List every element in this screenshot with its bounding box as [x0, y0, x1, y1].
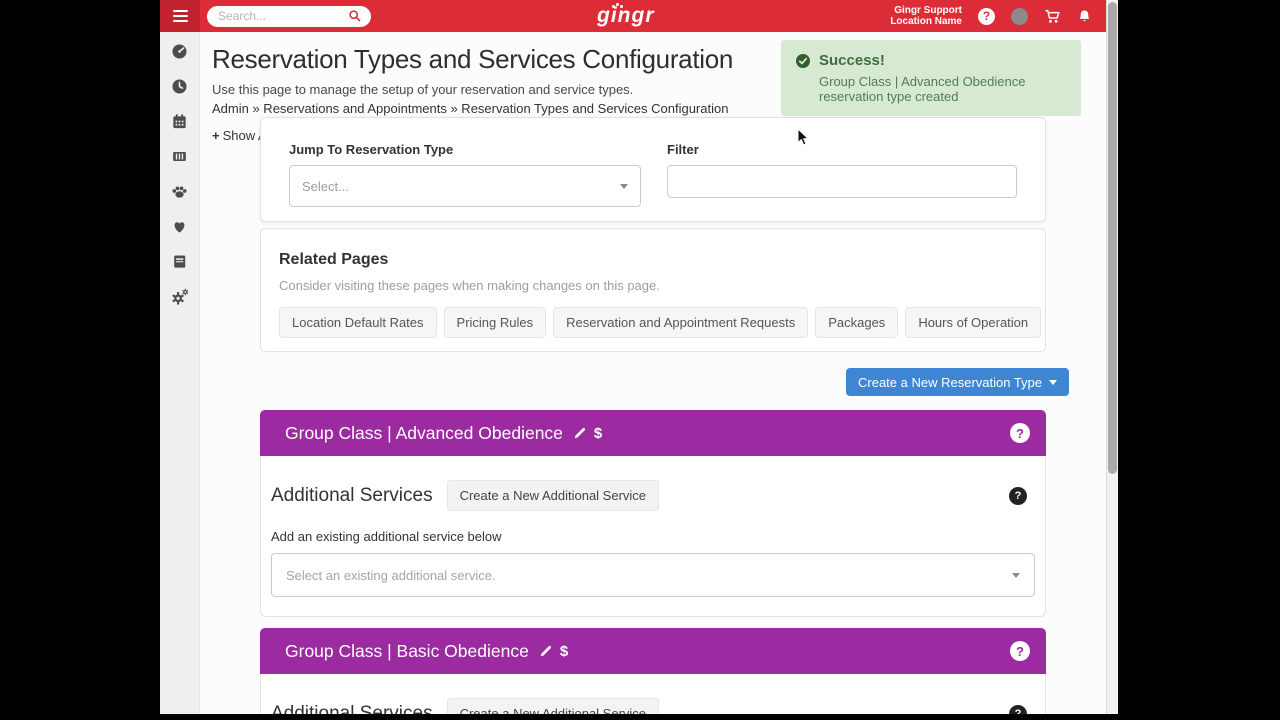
notifications-bell-icon[interactable] [1077, 9, 1092, 24]
related-pages-links: Location Default Rates Pricing Rules Res… [279, 307, 1027, 338]
reservation-type-name: Group Class | Advanced Obedience [285, 423, 563, 444]
reservation-type-body: Additional Services Create a New Additio… [261, 674, 1045, 714]
help-icon[interactable]: ? [1010, 641, 1030, 661]
related-pages-card: Related Pages Consider visiting these pa… [260, 228, 1046, 352]
heart-icon [171, 218, 188, 235]
reservation-type-name: Group Class | Basic Obedience [285, 641, 529, 662]
reservation-type-body: Additional Services Create a New Additio… [261, 456, 1045, 597]
help-icon[interactable]: ? [1009, 705, 1027, 715]
jump-column: Jump To Reservation Type Select... [289, 142, 641, 197]
existing-service-select[interactable]: Select an existing additional service. [271, 553, 1035, 597]
chevron-down-icon [1049, 380, 1057, 385]
main-content: Reservation Types and Services Configura… [200, 32, 1106, 714]
dashboard-gauge-icon [171, 43, 188, 60]
select-placeholder: Select an existing additional service. [286, 568, 496, 583]
hamburger-icon [173, 10, 188, 13]
gingr-logo[interactable]: gingr [597, 4, 655, 28]
check-circle-icon [795, 53, 811, 69]
search-input[interactable] [216, 8, 348, 24]
jump-to-reservation-type-label: Jump To Reservation Type [289, 142, 641, 157]
clock-icon [171, 78, 188, 95]
logo-paw-icon [616, 3, 619, 6]
sidebar-item-reports[interactable] [168, 253, 192, 270]
create-reservation-type-button[interactable]: Create a New Reservation Type [846, 368, 1069, 396]
success-toast: Success! Group Class | Advanced Obedienc… [781, 40, 1081, 116]
breadcrumb[interactable]: Admin » Reservations and Appointments » … [212, 101, 733, 116]
additional-services-title: Additional Services [271, 703, 433, 715]
related-pages-description: Consider visiting these pages when makin… [279, 278, 1027, 293]
filter-column: Filter [667, 142, 1017, 197]
related-link-location-default-rates[interactable]: Location Default Rates [279, 307, 437, 338]
create-additional-service-button[interactable]: Create a New Additional Service [447, 698, 659, 714]
chevron-down-icon [1012, 573, 1020, 578]
select-placeholder: Select... [302, 179, 349, 194]
top-navbar: gingr Gingr Support Location Name ? [160, 0, 1106, 32]
sidebar-item-time-clock[interactable] [168, 78, 192, 95]
global-search [207, 6, 371, 27]
sidebar-item-settings[interactable] [168, 288, 192, 305]
additional-services-title: Additional Services [271, 485, 433, 507]
reservation-type-card-advanced-obedience: Group Class | Advanced Obedience $ ? Add… [260, 410, 1046, 617]
book-icon [171, 253, 188, 270]
reservation-type-header: Group Class | Advanced Obedience $ ? [260, 410, 1046, 456]
calendar-icon [171, 113, 188, 130]
page-scrollbar[interactable] [1106, 0, 1118, 714]
toast-title-row: Success! [795, 52, 1067, 69]
jump-filter-panel: Jump To Reservation Type Select... Filte… [260, 117, 1046, 222]
edit-pencil-icon[interactable] [539, 644, 553, 658]
settings-gears-icon [171, 288, 189, 306]
related-link-reservation-requests[interactable]: Reservation and Appointment Requests [553, 307, 808, 338]
browser-viewport: gingr Gingr Support Location Name ? [160, 0, 1118, 714]
paw-icon [171, 183, 188, 200]
related-link-hours-of-operation[interactable]: Hours of Operation [905, 307, 1041, 338]
sidebar-item-pets[interactable] [168, 183, 192, 200]
chevron-down-icon [620, 184, 628, 189]
filter-label: Filter [667, 142, 1017, 157]
edit-pencil-icon[interactable] [573, 426, 587, 440]
pricing-dollar-icon[interactable]: $ [560, 643, 568, 660]
plus-icon: + [212, 128, 220, 143]
scrollbar-thumb[interactable] [1108, 2, 1117, 474]
help-icon[interactable]: ? [1009, 487, 1027, 505]
cart-icon[interactable] [1044, 9, 1061, 24]
related-link-packages[interactable]: Packages [815, 307, 898, 338]
page-title: Reservation Types and Services Configura… [212, 44, 733, 75]
add-existing-service-label: Add an existing additional service below [271, 529, 1035, 544]
related-pages-title: Related Pages [279, 251, 1027, 269]
avatar[interactable] [1011, 8, 1028, 25]
jump-to-reservation-type-select[interactable]: Select... [289, 165, 641, 207]
create-additional-service-button[interactable]: Create a New Additional Service [447, 480, 659, 511]
topbar-right-group: Gingr Support Location Name ? [890, 5, 1106, 27]
help-icon[interactable]: ? [1010, 423, 1030, 443]
sidebar-item-calendar[interactable] [168, 113, 192, 130]
page-subtitle: Use this page to manage the setup of you… [212, 82, 733, 97]
sidebar-item-dashboard[interactable] [168, 43, 192, 60]
left-sidebar [160, 32, 200, 714]
sidebar-toggle-button[interactable] [160, 0, 200, 32]
additional-services-row: Additional Services Create a New Additio… [271, 480, 1035, 511]
sidebar-item-lodging[interactable] [168, 148, 192, 165]
sidebar-item-memberships[interactable] [168, 218, 192, 235]
help-icon[interactable]: ? [978, 8, 995, 25]
reservation-type-card-basic-obedience: Group Class | Basic Obedience $ ? Additi… [260, 628, 1046, 714]
filter-input[interactable] [667, 165, 1017, 198]
toast-message: Group Class | Advanced Obedience reserva… [819, 74, 1057, 104]
toast-title: Success! [819, 52, 885, 69]
reservation-type-header: Group Class | Basic Obedience $ ? [260, 628, 1046, 674]
account-location-label[interactable]: Gingr Support Location Name [890, 5, 962, 27]
additional-services-row: Additional Services Create a New Additio… [271, 698, 1035, 714]
related-link-pricing-rules[interactable]: Pricing Rules [444, 307, 547, 338]
pricing-dollar-icon[interactable]: $ [594, 425, 602, 442]
search-icon[interactable] [348, 9, 362, 23]
kennel-lodging-icon [171, 148, 188, 165]
